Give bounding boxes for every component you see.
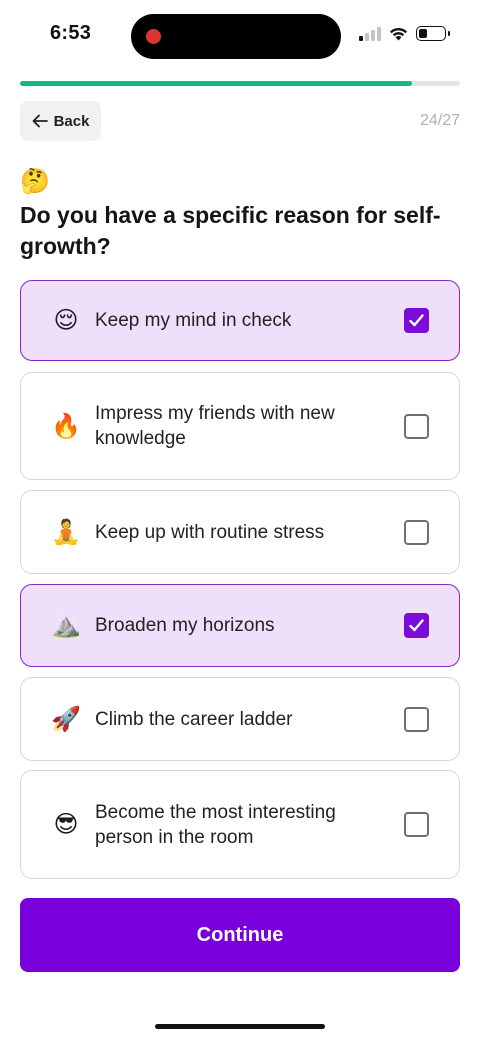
option-checkbox[interactable] [404,308,429,333]
option-checkbox[interactable] [404,413,429,439]
back-label: Back [53,112,90,130]
status-time: 6:53 [50,22,92,44]
back-button[interactable]: Back [20,101,101,141]
progress-fill [20,81,412,86]
option-checkbox[interactable] [404,706,429,732]
sunglasses-face-icon: 😎 [53,811,79,838]
status-bar: 6:53 [0,0,480,72]
option-career-ladder[interactable]: 🚀 Climb the career ladder [20,677,460,761]
option-label: Keep my mind in check [95,310,292,331]
option-checkbox[interactable] [404,613,429,638]
rocket-icon: 🚀 [51,705,81,733]
option-most-interesting-person[interactable]: 😎 Become the most interesting person in … [20,770,460,879]
option-checkbox[interactable] [404,519,429,545]
mountain-icon: ⛰️ [51,612,81,639]
relieved-face-icon: 😌 [53,307,79,334]
option-label: Impress my friends with new knowledge [95,403,335,449]
option-checkbox[interactable] [404,812,429,837]
checkmark-icon [409,314,424,327]
recording-indicator-icon [146,29,161,44]
battery-icon [416,26,450,41]
option-label: Keep up with routine stress [95,521,325,543]
option-broaden-horizons[interactable]: ⛰️ Broaden my horizons [20,584,460,667]
fire-icon: 🔥 [51,412,81,440]
status-icons [359,26,450,41]
arrow-left-icon [32,114,48,128]
option-label: Climb the career ladder [95,708,293,730]
thinking-face-icon: 🤔 [20,168,50,195]
option-label: Become the most interesting person in th… [95,801,336,848]
dynamic-island [131,14,341,59]
cellular-signal-icon [359,26,381,41]
option-routine-stress[interactable]: 🧘 Keep up with routine stress [20,490,460,574]
option-keep-mind-in-check[interactable]: 😌 Keep my mind in check [20,280,460,361]
home-indicator[interactable] [155,1024,325,1029]
wifi-icon [390,27,407,40]
progress-bar [20,81,460,86]
option-label: Broaden my horizons [95,615,275,636]
question-title: Do you have a specific reason for self-g… [20,202,441,259]
checkmark-icon [409,619,424,632]
step-counter: 24/27 [419,112,460,129]
continue-button[interactable]: Continue [20,898,460,972]
meditation-icon: 🧘 [51,518,81,546]
option-impress-friends[interactable]: 🔥 Impress my friends with new knowledge [20,372,460,480]
